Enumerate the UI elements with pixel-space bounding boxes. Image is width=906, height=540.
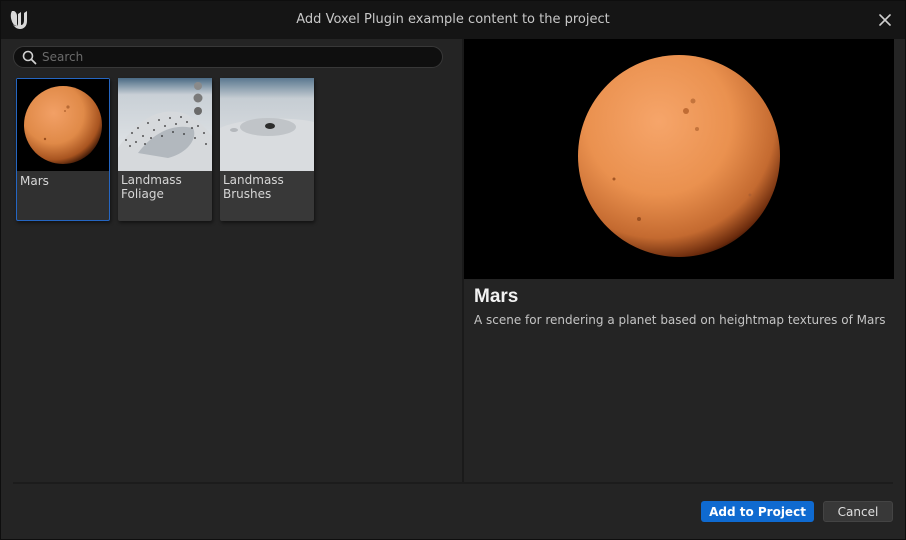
landmass-foliage-thumbnail <box>118 78 212 171</box>
search-box[interactable] <box>13 46 443 68</box>
dialog-title: Add Voxel Plugin example content to the … <box>296 12 610 27</box>
close-button[interactable] <box>875 10 895 30</box>
example-tile-mars[interactable]: Mars <box>16 78 110 221</box>
dialog-window: Add Voxel Plugin example content to the … <box>0 0 906 540</box>
mars-planet-thumbnail <box>17 79 109 171</box>
add-to-project-button[interactable]: Add to Project <box>701 501 814 522</box>
example-label: Mars <box>20 174 49 188</box>
example-label: Landmass Brushes <box>223 173 284 201</box>
title-bar[interactable]: Add Voxel Plugin example content to the … <box>1 1 905 39</box>
search-icon <box>22 50 37 65</box>
cancel-button[interactable]: Cancel <box>823 501 893 522</box>
details-title: Mars <box>474 286 519 307</box>
close-icon <box>879 14 891 26</box>
search-input[interactable] <box>42 49 432 65</box>
example-label: Landmass Foliage <box>121 173 182 201</box>
footer-divider <box>13 482 893 484</box>
landmass-brushes-thumbnail <box>220 78 314 171</box>
example-tile-landmass-foliage[interactable]: Landmass Foliage <box>118 78 212 221</box>
details-pane: Mars A scene for rendering a planet base… <box>464 39 905 482</box>
mars-planet-preview <box>464 39 894 279</box>
details-description: A scene for rendering a planet based on … <box>474 313 886 327</box>
example-tile-landmass-brushes[interactable]: Landmass Brushes <box>220 78 314 221</box>
examples-pane: Mars <box>1 39 462 482</box>
